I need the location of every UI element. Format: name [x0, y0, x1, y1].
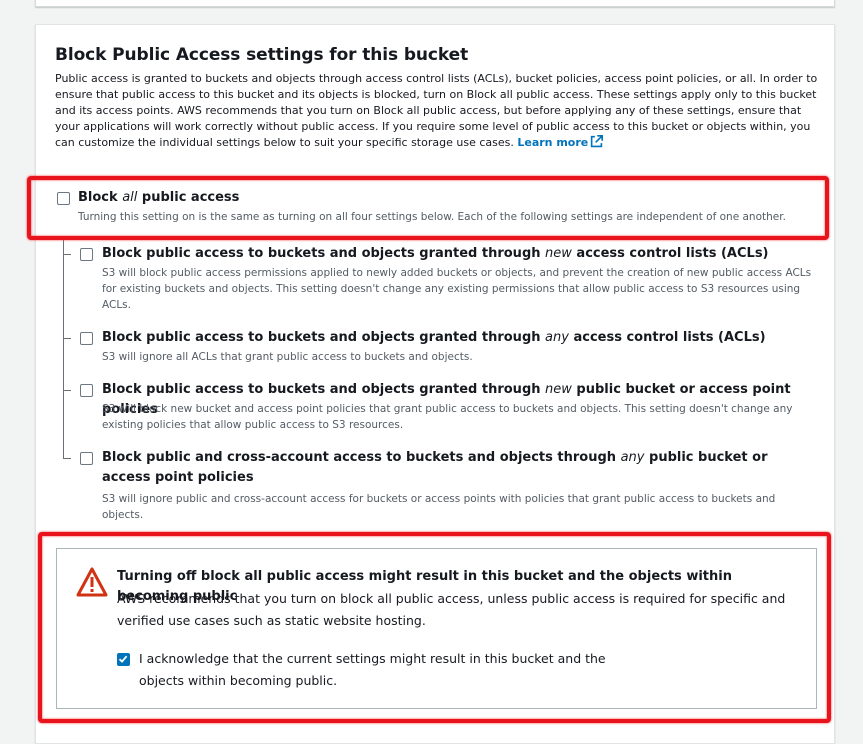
option-new-policies-description: S3 will block new bucket and access poin…: [102, 403, 793, 431]
option-cross-account-label: Block public and cross-account access to…: [102, 450, 768, 485]
option-new-acls-checkbox[interactable]: [80, 248, 93, 261]
option-any-acls-checkbox[interactable]: [80, 332, 93, 345]
intro-text: Public access is granted to buckets and …: [55, 72, 818, 149]
previous-panel-edge: [35, 0, 835, 7]
tree-branch: [63, 390, 71, 391]
tree-branch: [63, 458, 71, 459]
option-any-acls-label: Block public access to buckets and objec…: [102, 330, 766, 345]
option-new-acls-label: Block public access to buckets and objec…: [102, 246, 769, 261]
highlight-annotation: [38, 532, 831, 723]
learn-more-label: Learn more: [517, 136, 589, 149]
option-cross-account-checkbox[interactable]: [80, 452, 93, 465]
option-cross-account-description: S3 will ignore public and cross-account …: [102, 493, 776, 521]
option-new-acls-description: S3 will block public access permissions …: [102, 267, 812, 311]
external-link-icon: [591, 135, 604, 148]
highlight-annotation: [27, 176, 829, 240]
section-title: Block Public Access settings for this bu…: [55, 45, 469, 65]
tree-branch: [63, 338, 71, 339]
section-intro: Public access is granted to buckets and …: [55, 71, 825, 151]
tree-branch: [63, 254, 71, 255]
learn-more-link[interactable]: Learn more: [517, 135, 604, 149]
option-new-policies-checkbox[interactable]: [80, 384, 93, 397]
option-any-acls-description: S3 will ignore all ACLs that grant publi…: [102, 351, 473, 363]
tree-line: [63, 237, 64, 459]
